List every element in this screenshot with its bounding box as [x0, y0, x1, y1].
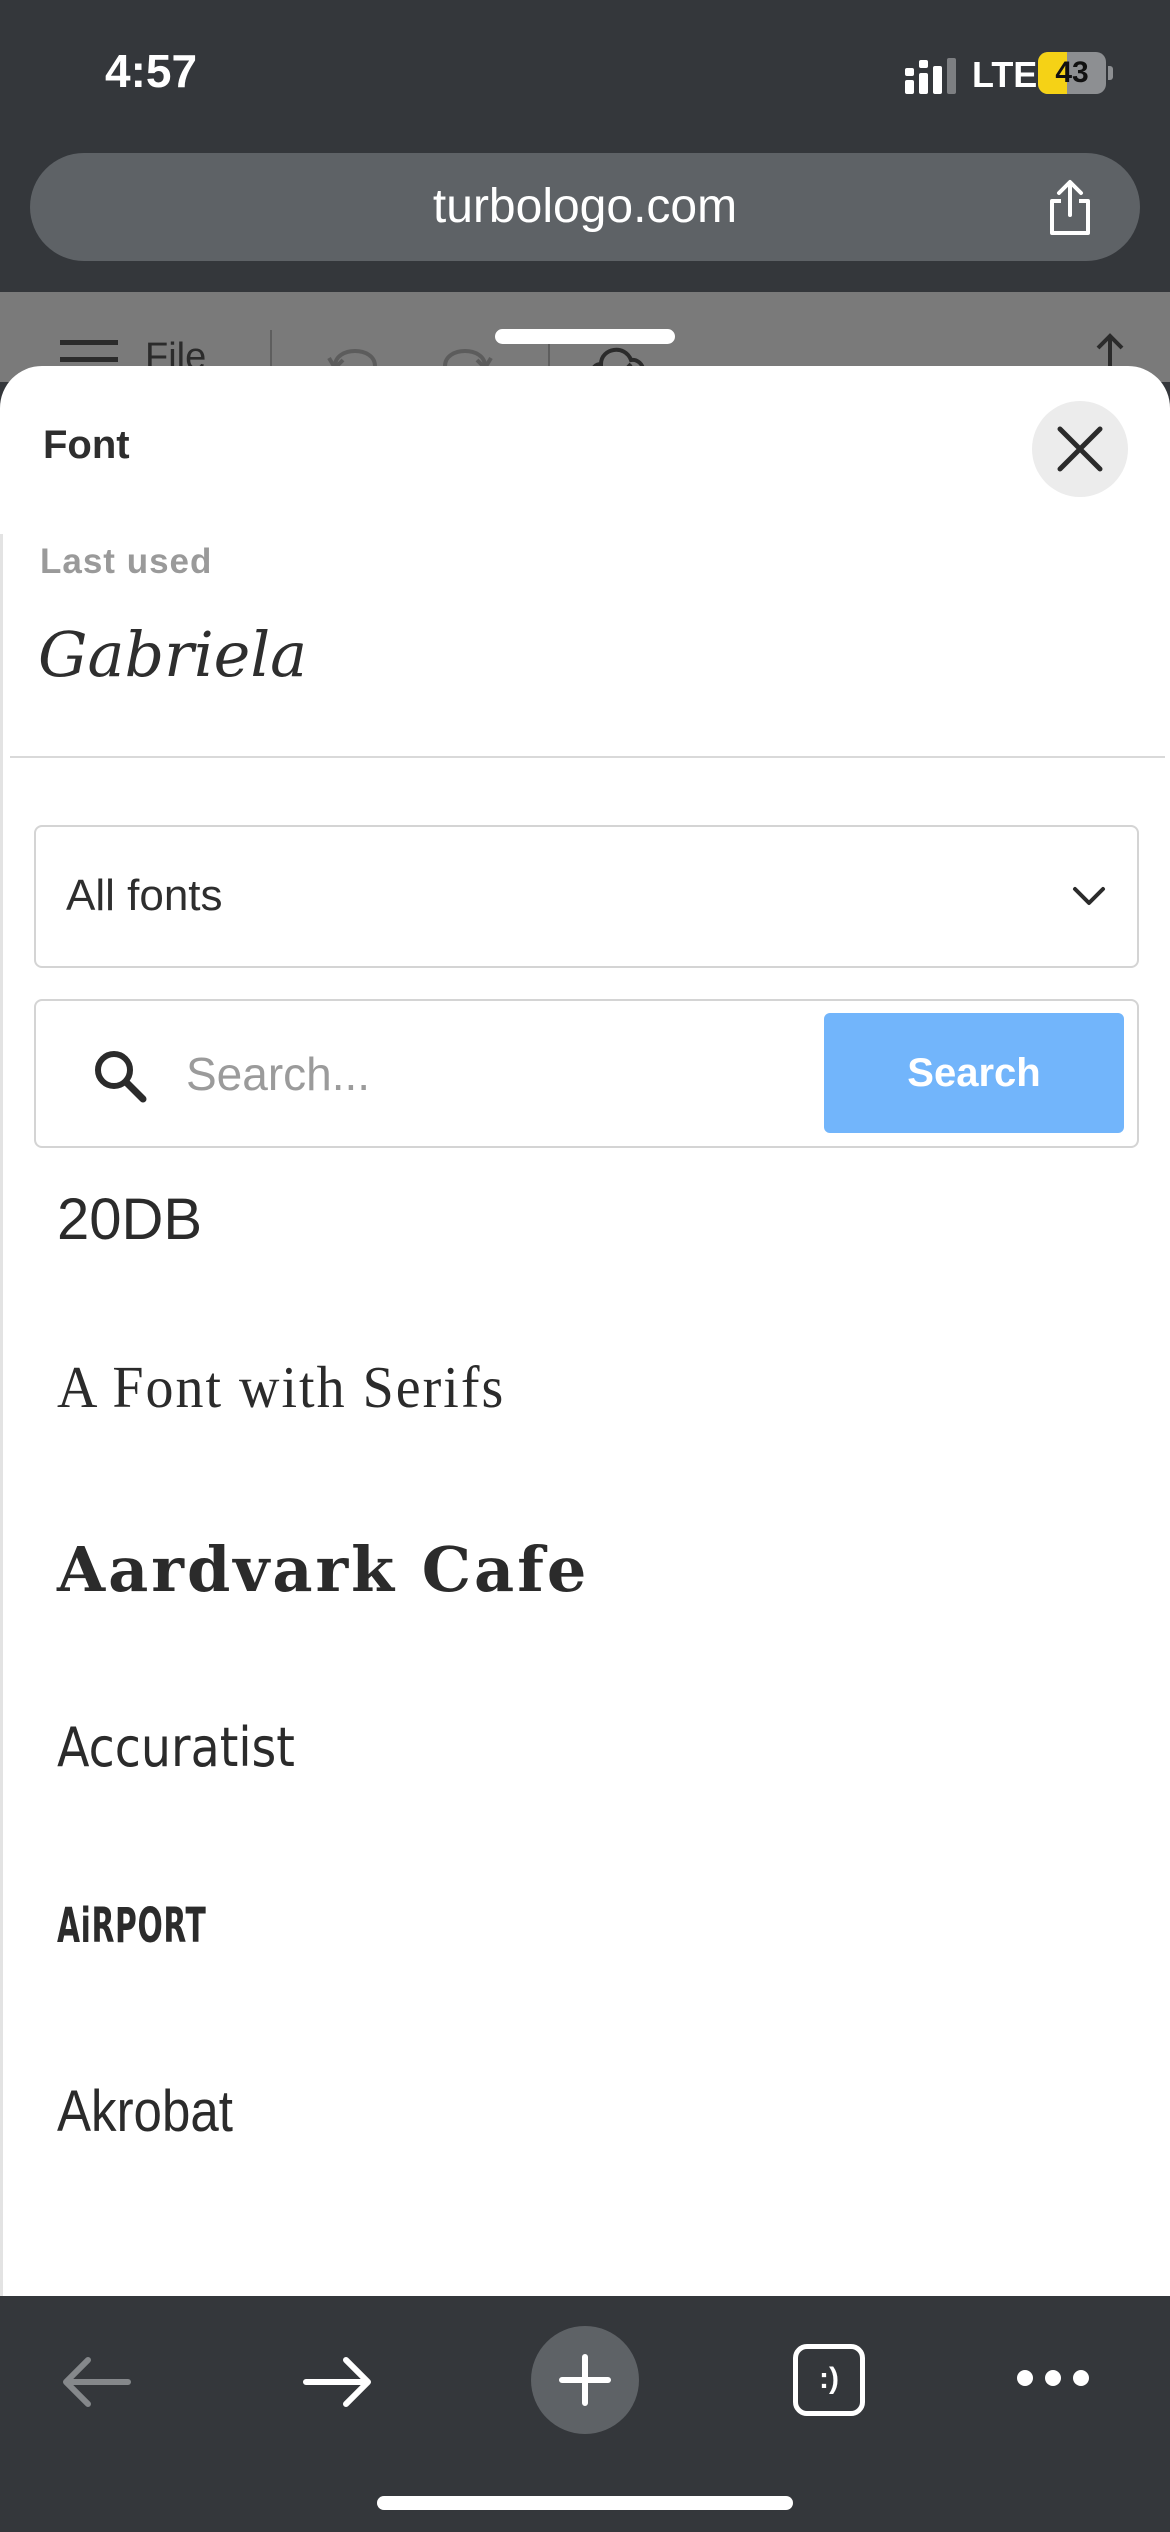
battery-percent: 43: [1055, 56, 1089, 89]
close-icon[interactable]: [1056, 425, 1104, 473]
url-text[interactable]: turbologo.com: [30, 179, 1140, 234]
font-list-item[interactable]: AiRPORT: [57, 1898, 206, 1954]
status-bar: 4:57 LTE 43: [0, 0, 1170, 150]
url-bar[interactable]: turbologo.com: [30, 153, 1140, 261]
font-sheet: Font Last used Gabriela All fonts Search…: [0, 366, 1170, 2296]
tabs-label: :): [819, 2362, 839, 2395]
font-list-item[interactable]: 20DB: [57, 1186, 202, 1253]
divider: [10, 756, 1165, 758]
tabs-button[interactable]: :): [793, 2344, 865, 2416]
scroll-edge: [0, 534, 3, 2296]
search-icon: [95, 1051, 147, 1103]
font-list-item[interactable]: Accuratist: [57, 1716, 295, 1779]
back-icon[interactable]: [58, 2352, 134, 2412]
font-search-box: Search: [34, 999, 1139, 1148]
status-time: 4:57: [105, 45, 198, 97]
plus-icon: [559, 2354, 611, 2406]
font-category-value: All fonts: [66, 871, 223, 920]
font-list-item[interactable]: Akrobat: [57, 2078, 233, 2145]
font-list-item[interactable]: A Font with Serifs: [57, 1354, 505, 1421]
font-list-item[interactable]: Aardvark Cafe: [57, 1533, 589, 1606]
signal-icon: [905, 58, 956, 94]
home-indicator: [377, 2496, 793, 2510]
last-used-label: Last used: [40, 542, 213, 581]
chevron-down-icon: [1073, 887, 1105, 905]
browser-bottom-nav: :): [0, 2296, 1170, 2532]
network-type: LTE: [972, 54, 1038, 95]
close-button[interactable]: [1032, 401, 1128, 497]
share-icon[interactable]: [1040, 177, 1100, 237]
new-tab-button[interactable]: [531, 2326, 639, 2434]
font-category-select[interactable]: All fonts: [34, 825, 1139, 968]
search-input[interactable]: [186, 1031, 836, 1117]
last-used-font-item[interactable]: Gabriela: [38, 618, 307, 691]
more-icon[interactable]: [1015, 2366, 1091, 2390]
sheet-grabber[interactable]: [495, 329, 675, 344]
search-button[interactable]: Search: [824, 1013, 1124, 1133]
forward-icon[interactable]: [300, 2352, 376, 2412]
sheet-title: Font: [43, 423, 130, 467]
battery-icon: 43: [1038, 52, 1113, 94]
